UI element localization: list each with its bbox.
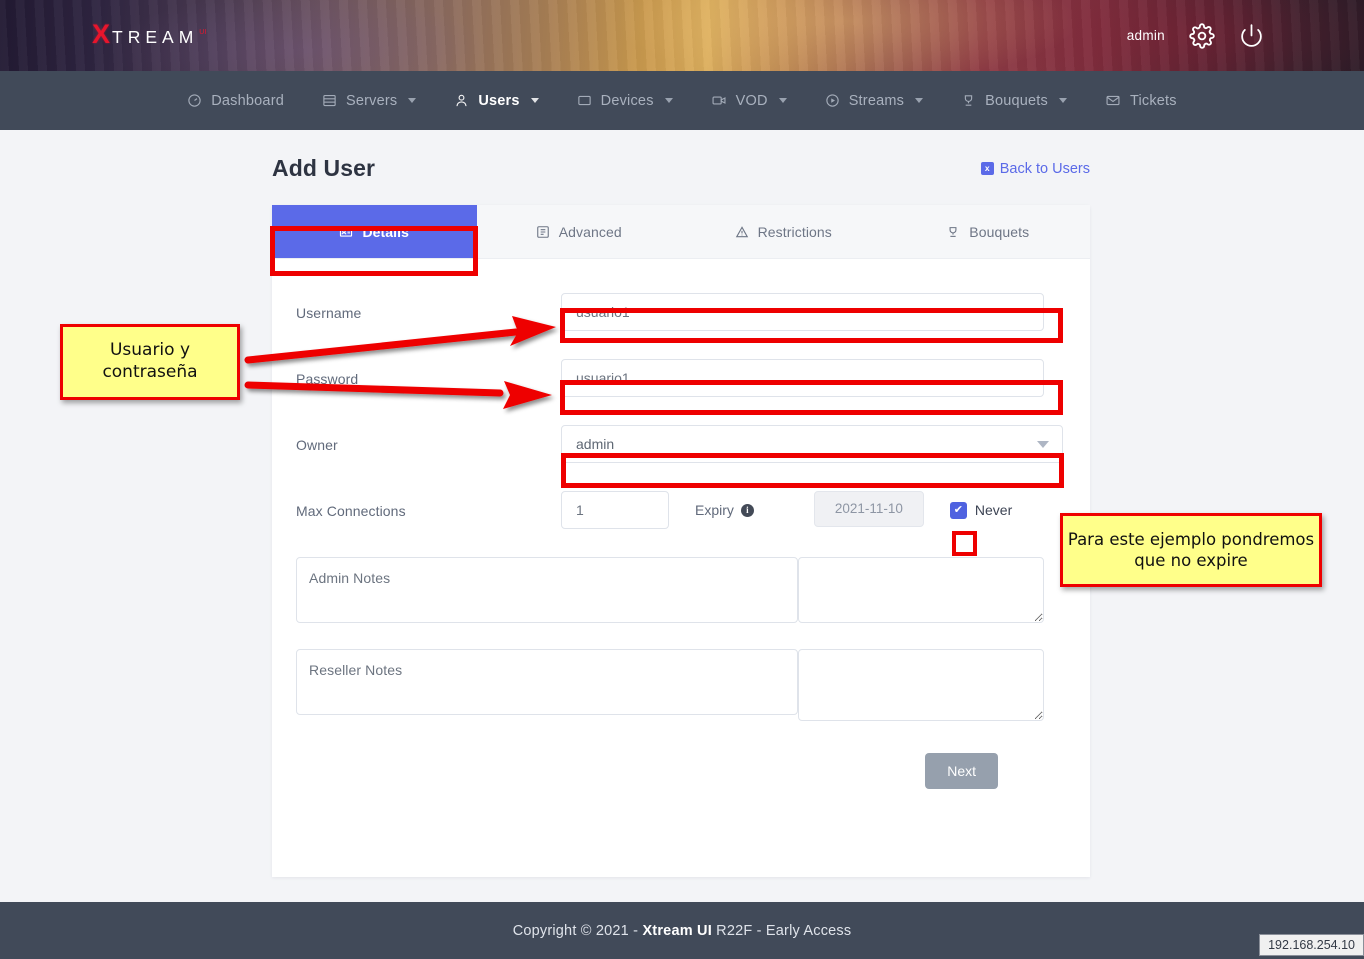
page-header: Add User x Back to Users	[272, 155, 1090, 182]
current-user-label: admin	[1127, 28, 1165, 43]
tab-label: Details	[362, 224, 409, 240]
nav-label: Servers	[346, 93, 397, 109]
tab-label: Advanced	[559, 224, 622, 240]
copyright-text: Copyright © 2021 - Xtream UI R22F - Earl…	[513, 923, 852, 939]
nav-item-devices[interactable]: Devices	[558, 71, 692, 130]
never-label: Never	[975, 502, 1012, 518]
field-row-username: Username	[296, 293, 1044, 333]
expiry-label-group: Expiry i	[695, 491, 754, 529]
owner-label: Owner	[296, 425, 561, 465]
nav-label: Tickets	[1130, 93, 1177, 109]
add-user-card: Details Advanced Restrictions	[272, 205, 1090, 877]
copyright-prefix: Copyright © 2021 -	[513, 923, 643, 939]
tab-bar: Details Advanced Restrictions	[272, 205, 1090, 259]
field-row-password: Password	[296, 359, 1044, 399]
bouquet-icon	[946, 225, 960, 239]
form-actions: Next	[296, 747, 1044, 789]
gear-icon[interactable]	[1189, 23, 1215, 49]
logo-text: TREAM	[112, 27, 198, 48]
field-row-connections-expiry: Max Connections Expiry i 2021-11-10 ✔ Ne…	[296, 491, 1044, 531]
copyright-suffix: R22F - Early Access	[712, 923, 851, 939]
tab-label: Restrictions	[758, 224, 832, 240]
nav-item-tickets[interactable]: Tickets	[1086, 71, 1196, 130]
owner-select-wrapper: admin	[561, 425, 1063, 463]
page-title: Add User	[272, 155, 375, 182]
nav-label: Users	[478, 93, 519, 109]
power-icon[interactable]	[1239, 23, 1264, 48]
close-icon: x	[981, 162, 994, 175]
field-row-owner: Owner admin	[296, 425, 1044, 465]
tab-bouquets[interactable]: Bouquets	[886, 205, 1091, 258]
tab-restrictions[interactable]: Restrictions	[681, 205, 886, 258]
video-icon	[711, 93, 727, 108]
id-card-icon	[339, 225, 353, 239]
tab-details[interactable]: Details	[272, 205, 477, 258]
nav-item-vod[interactable]: VOD	[692, 71, 806, 130]
reseller-notes-textarea[interactable]	[798, 649, 1044, 721]
expiry-date-field[interactable]: 2021-11-10	[814, 491, 924, 527]
chevron-down-icon	[665, 98, 673, 103]
expiry-label: Expiry	[695, 491, 734, 529]
nav-label: Streams	[849, 93, 904, 109]
tab-label: Bouquets	[969, 224, 1029, 240]
play-icon	[825, 93, 840, 108]
page-footer: Copyright © 2021 - Xtream UI R22F - Earl…	[0, 902, 1364, 959]
top-header-bar: XTREAMUI admin	[0, 0, 1364, 71]
nav-item-streams[interactable]: Streams	[806, 71, 942, 130]
nav-item-users[interactable]: Users	[435, 71, 557, 130]
user-icon	[454, 93, 469, 108]
nav-item-servers[interactable]: Servers	[303, 71, 435, 130]
nav-label: Devices	[601, 93, 654, 109]
header-actions: admin	[1127, 0, 1264, 71]
chevron-down-icon	[408, 98, 416, 103]
add-user-form: Username Password Owner admin Max Connec…	[272, 259, 1090, 789]
nav-item-bouquets[interactable]: Bouquets	[942, 71, 1086, 130]
next-button[interactable]: Next	[925, 753, 998, 789]
reseller-notes-label: Reseller Notes	[296, 649, 798, 715]
device-icon	[577, 93, 592, 108]
logo-x-mark: X	[92, 21, 111, 48]
max-connections-label: Max Connections	[296, 491, 561, 531]
field-row-reseller-notes: Reseller Notes	[296, 649, 1044, 721]
chevron-down-icon	[531, 98, 539, 103]
never-checkbox[interactable]: ✔	[950, 502, 967, 519]
brand-name: Xtream UI	[642, 923, 712, 939]
username-label: Username	[296, 293, 561, 333]
admin-notes-textarea[interactable]	[798, 557, 1044, 623]
username-input[interactable]	[561, 293, 1044, 331]
logo-ui-superscript: UI	[199, 29, 206, 36]
never-expire-group: ✔ Never	[950, 491, 1012, 529]
app-window: XTREAMUI admin Dashboard	[0, 0, 1364, 959]
admin-notes-label: Admin Notes	[296, 557, 798, 623]
max-connections-input[interactable]	[561, 491, 669, 529]
chevron-down-icon	[779, 98, 787, 103]
sliders-icon	[536, 225, 550, 239]
warning-icon	[735, 225, 749, 239]
back-link-label: Back to Users	[1000, 161, 1090, 177]
password-input[interactable]	[561, 359, 1044, 397]
owner-select[interactable]: admin	[561, 425, 1063, 463]
envelope-icon	[1105, 93, 1121, 108]
nav-label: Dashboard	[211, 93, 284, 109]
nav-label: VOD	[736, 93, 768, 109]
dashboard-icon	[187, 93, 202, 108]
nav-label: Bouquets	[985, 93, 1048, 109]
chevron-down-icon	[1037, 441, 1049, 448]
main-content: Add User x Back to Users Details A	[0, 130, 1364, 902]
field-row-admin-notes: Admin Notes	[296, 557, 1044, 623]
nav-item-dashboard[interactable]: Dashboard	[168, 71, 303, 130]
info-icon[interactable]: i	[741, 504, 754, 517]
brand-logo[interactable]: XTREAMUI	[92, 21, 205, 48]
chevron-down-icon	[1059, 98, 1067, 103]
chevron-down-icon	[915, 98, 923, 103]
tab-advanced[interactable]: Advanced	[477, 205, 682, 258]
ip-address-badge: 192.168.254.10	[1259, 934, 1364, 956]
main-navigation: Dashboard Servers Users Devices	[0, 71, 1364, 130]
password-label: Password	[296, 359, 561, 399]
servers-icon	[322, 93, 337, 108]
bouquet-icon	[961, 93, 976, 108]
back-to-users-link[interactable]: x Back to Users	[981, 161, 1090, 177]
